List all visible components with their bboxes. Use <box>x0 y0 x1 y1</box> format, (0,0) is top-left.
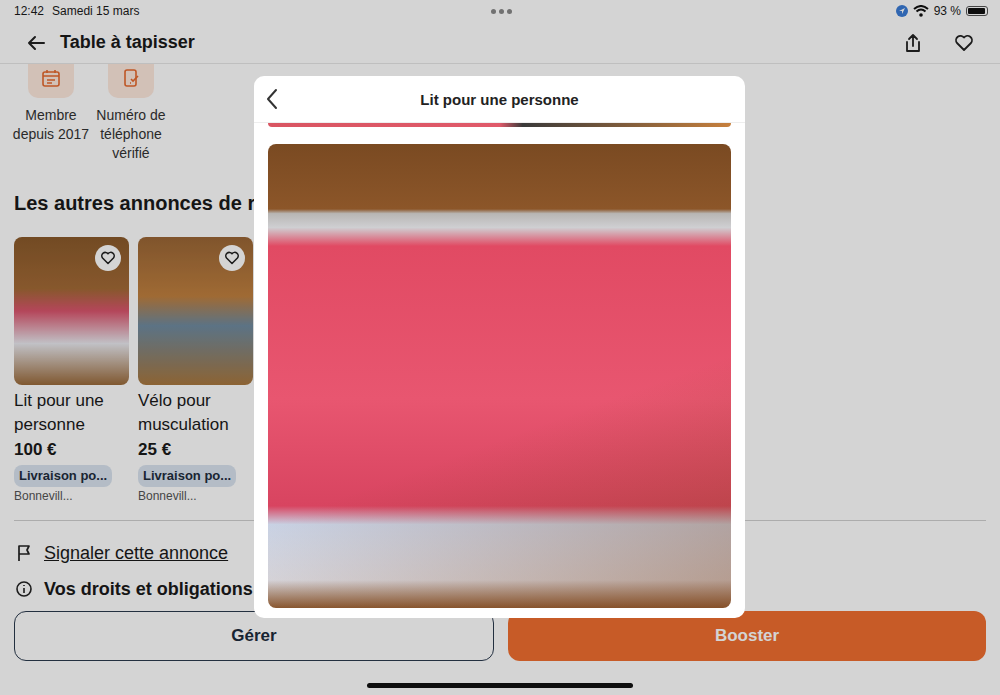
modal-title: Lit pour une personne <box>420 91 578 108</box>
chevron-left-icon[interactable] <box>265 88 279 110</box>
bed-photo[interactable] <box>268 144 731 608</box>
photo-modal: Lit pour une personne <box>254 76 745 618</box>
listing-page: 12:42 Samedi 15 mars 93 % Table à tapiss… <box>0 0 1000 695</box>
previous-photo <box>268 123 731 127</box>
photo-list <box>254 123 745 618</box>
modal-header: Lit pour une personne <box>254 76 745 123</box>
